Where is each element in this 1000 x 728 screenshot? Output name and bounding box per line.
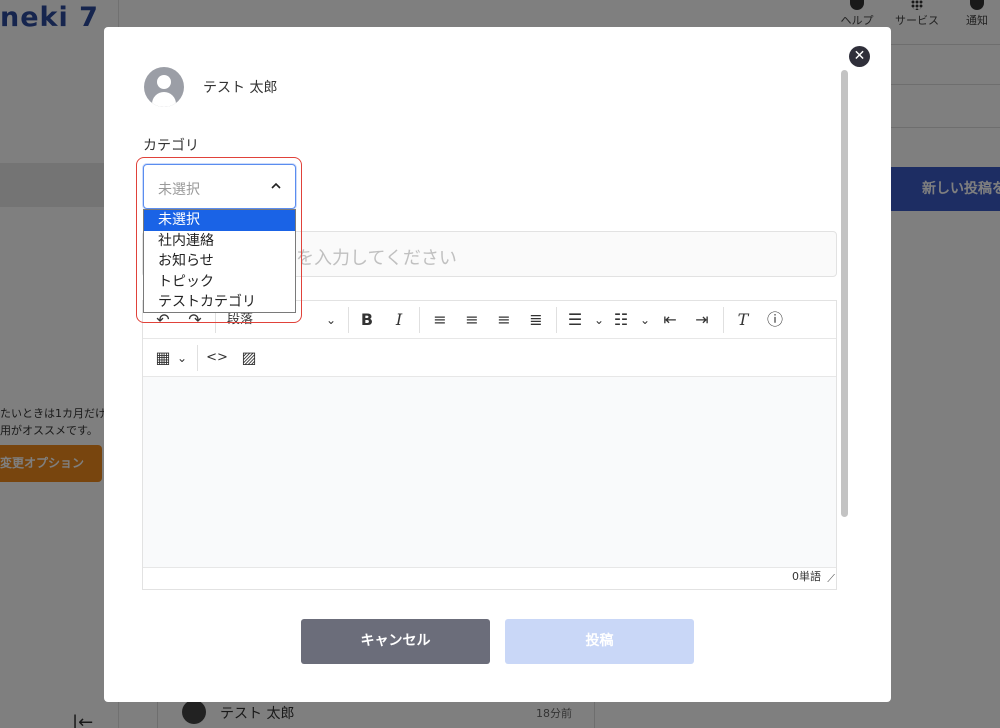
category-option[interactable]: 未選択 xyxy=(144,210,295,231)
code-icon[interactable]: <> xyxy=(205,339,229,377)
category-option[interactable]: テストカテゴリ xyxy=(144,292,295,313)
category-dropdown: 未選択 社内連絡 お知らせ トピック テストカテゴリ xyxy=(143,209,296,313)
close-icon[interactable]: ✕ xyxy=(849,46,870,67)
post-button[interactable]: 投稿 xyxy=(505,619,694,664)
chevron-down-icon[interactable]: ⌄ xyxy=(321,301,341,339)
image-icon[interactable]: ▨ xyxy=(237,339,261,377)
chevron-down-icon[interactable]: ⌄ xyxy=(592,301,606,339)
align-center-icon[interactable]: ≡ xyxy=(459,301,485,339)
indent-icon[interactable]: ⇥ xyxy=(689,301,715,339)
category-select[interactable]: 未選択 xyxy=(143,164,296,209)
chevron-down-icon[interactable]: ⌄ xyxy=(175,339,189,377)
modal-scrollbar[interactable] xyxy=(841,70,848,517)
help-icon[interactable]: ⓘ xyxy=(763,301,787,339)
align-justify-icon[interactable]: ≣ xyxy=(523,301,549,339)
chevron-down-icon[interactable]: ⌄ xyxy=(638,301,652,339)
post-author: テスト 太郎 xyxy=(144,67,277,107)
table-icon[interactable]: ▦ xyxy=(151,339,175,377)
editor-status-bar: 0単語 ⟋ xyxy=(143,567,836,585)
title-placeholder: を入力してください xyxy=(296,248,457,269)
editor-content-area[interactable] xyxy=(143,377,836,567)
avatar xyxy=(144,67,184,107)
category-option[interactable]: トピック xyxy=(144,272,295,293)
italic-button[interactable]: I xyxy=(388,301,410,339)
align-left-icon[interactable]: ≡ xyxy=(427,301,453,339)
bold-button[interactable]: B xyxy=(356,301,378,339)
bullet-list-icon[interactable]: ☰ xyxy=(564,301,586,339)
category-option[interactable]: 社内連絡 xyxy=(144,231,295,252)
chevron-up-icon xyxy=(271,182,281,189)
word-count: 0単語 xyxy=(792,570,821,583)
category-selected-value: 未選択 xyxy=(158,182,200,198)
rich-text-editor: ↶ ↷ 段落 ⌄ B I ≡ ≡ ≡ ≣ ☰ ⌄ ☷ ⌄ ⇤ ⇥ T ⓘ ▦ ⌄… xyxy=(142,300,837,590)
resize-handle-icon[interactable]: ⟋ xyxy=(827,572,835,586)
category-label: カテゴリ xyxy=(143,138,199,154)
align-right-icon[interactable]: ≡ xyxy=(491,301,517,339)
author-name: テスト 太郎 xyxy=(203,80,278,96)
clear-format-icon[interactable]: T xyxy=(731,301,755,339)
numbered-list-icon[interactable]: ☷ xyxy=(610,301,632,339)
cancel-button[interactable]: キャンセル xyxy=(301,619,490,664)
outdent-icon[interactable]: ⇤ xyxy=(657,301,683,339)
category-option[interactable]: お知らせ xyxy=(144,251,295,272)
editor-toolbar-row-2: ▦ ⌄ <> ▨ xyxy=(143,339,836,377)
